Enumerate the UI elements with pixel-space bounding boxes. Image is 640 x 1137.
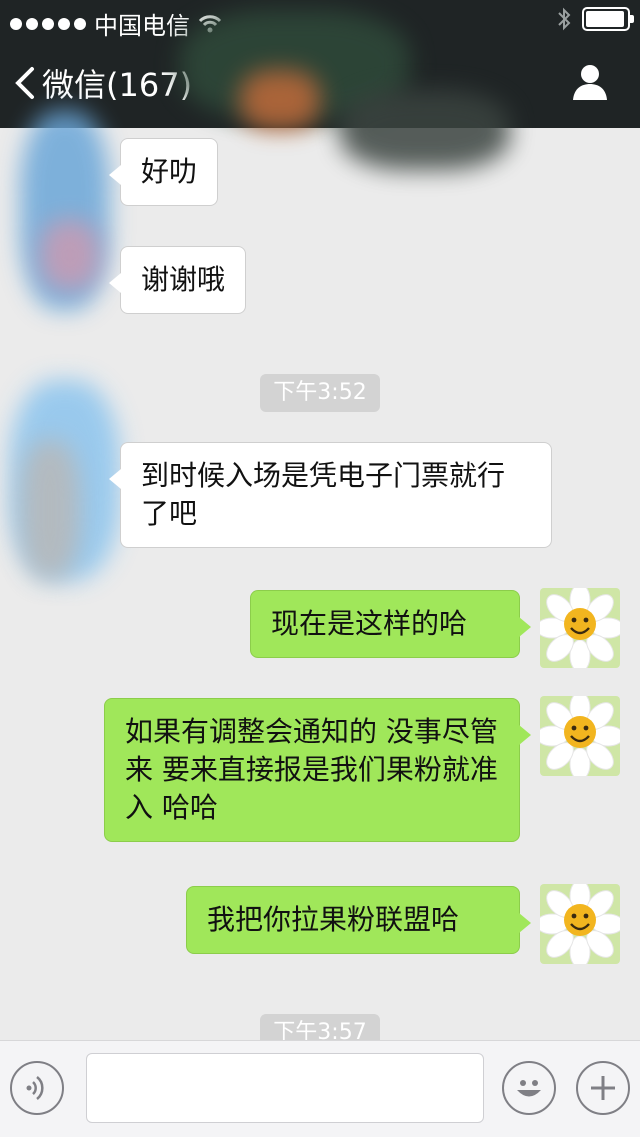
plus-icon bbox=[591, 1076, 615, 1100]
message-input[interactable] bbox=[86, 1053, 484, 1123]
input-bar bbox=[0, 1040, 640, 1137]
daisy-icon bbox=[540, 696, 620, 776]
message-text: 我把你拉果粉联盟哈 bbox=[207, 903, 460, 936]
message-text: 好叻 bbox=[141, 155, 198, 188]
daisy-icon bbox=[540, 588, 620, 668]
carrier-label: 中国电信 bbox=[94, 12, 190, 40]
message-bubble-sent[interactable]: 如果有调整会通知的 没事尽管来 要来直接报是我们果粉就准入 哈哈 bbox=[104, 698, 531, 842]
message-bubble-sent[interactable]: 现在是这样的哈 bbox=[250, 590, 531, 658]
message-bubble-sent[interactable]: 我把你拉果粉联盟哈 bbox=[186, 886, 531, 954]
battery-icon bbox=[582, 7, 634, 31]
timestamp: 下午3:52 bbox=[260, 374, 380, 412]
emoji-button[interactable] bbox=[502, 1061, 556, 1115]
avatar[interactable] bbox=[540, 588, 620, 668]
message-text: 到时候入场是凭电子门票就行了吧 bbox=[141, 459, 506, 530]
plus-button[interactable] bbox=[576, 1061, 630, 1115]
blur-overlay bbox=[340, 90, 510, 170]
profile-icon[interactable] bbox=[570, 62, 610, 102]
message-bubble-received[interactable]: 好叻 bbox=[108, 138, 219, 206]
message-text: 谢谢哦 bbox=[141, 263, 226, 296]
voice-button[interactable] bbox=[10, 1061, 64, 1115]
avatar[interactable] bbox=[540, 696, 620, 776]
avatar[interactable] bbox=[540, 884, 620, 964]
daisy-icon bbox=[540, 884, 620, 964]
signal-dots-icon bbox=[10, 17, 86, 30]
back-label: 微信(167) bbox=[42, 66, 193, 104]
blur-overlay bbox=[40, 220, 100, 290]
voice-icon bbox=[26, 1076, 44, 1100]
blur-overlay bbox=[240, 70, 320, 130]
bluetooth-icon bbox=[558, 7, 571, 31]
chevron-left-icon bbox=[15, 67, 34, 99]
message-bubble-received[interactable]: 谢谢哦 bbox=[108, 246, 247, 314]
message-text: 现在是这样的哈 bbox=[271, 607, 468, 640]
message-text: 如果有调整会通知的 没事尽管来 要来直接报是我们果粉就准入 哈哈 bbox=[125, 715, 498, 824]
back-button[interactable]: 微信(167) bbox=[14, 60, 192, 106]
blur-overlay bbox=[20, 440, 80, 580]
emoji-icon bbox=[517, 1080, 541, 1097]
message-bubble-received[interactable]: 到时候入场是凭电子门票就行了吧 bbox=[109, 442, 552, 548]
